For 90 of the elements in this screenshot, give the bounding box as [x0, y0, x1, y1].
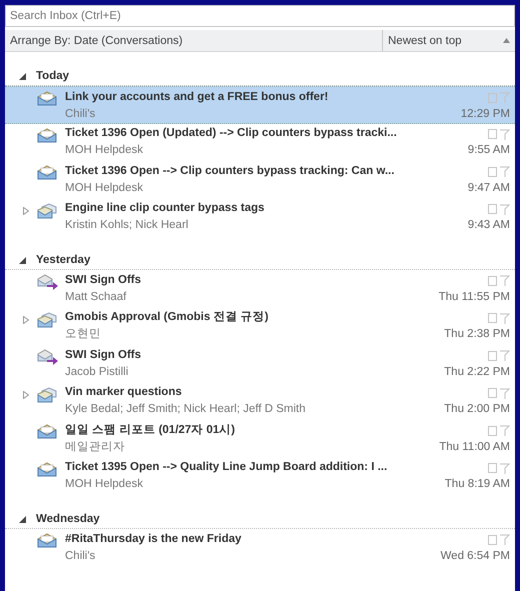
group-header: Wednesday	[36, 512, 100, 527]
message-time: Thu 2:22 PM	[444, 364, 510, 380]
category-icon[interactable]	[488, 276, 497, 286]
message-subject: SWI Sign Offs	[65, 348, 142, 363]
message-item[interactable]: SWI Sign Offs Jacob Pistilli Thu 2:22 PM	[5, 345, 515, 382]
stacked-envelopes-icon	[37, 312, 57, 328]
message-sender: Matt Schaaf	[65, 290, 126, 305]
message-subject: Ticket 1395 Open --> Quality Line Jump Board addition: I ...	[65, 460, 388, 476]
expand-icon[interactable]	[23, 316, 29, 324]
message-sender: Chili's	[65, 106, 96, 122]
message-subject: Vin marker questions	[65, 385, 182, 400]
flag-icon[interactable]	[499, 275, 510, 286]
category-icon[interactable]	[488, 534, 497, 544]
message-time: Wed 6:54 PM	[440, 548, 510, 564]
sort-up-icon	[503, 38, 510, 43]
flag-icon[interactable]	[499, 388, 510, 398]
open-envelope-icon	[37, 424, 57, 440]
flag-icon[interactable]	[499, 92, 510, 103]
message-item[interactable]: #RitaThursday is the new Friday Chili's Wed 6:54 PM	[5, 529, 515, 566]
collapse-icon[interactable]	[19, 516, 26, 523]
flag-icon[interactable]	[499, 312, 510, 324]
message-subject: Gmobis Approval (Gmobis 전결 규정)	[65, 310, 268, 326]
message-subject: Engine line clip counter bypass tags	[65, 201, 264, 216]
message-time: Thu 2:00 PM	[444, 402, 510, 418]
sort-order-button[interactable]: Newest on top	[382, 30, 515, 51]
category-icon[interactable]	[488, 426, 497, 436]
category-icon[interactable]	[488, 92, 497, 102]
message-subject: Ticket 1396 Open (Updated) --> Clip counters bypass tracki...	[65, 126, 397, 142]
message-sender: Kristin Kohls; Nick Hearl	[65, 218, 188, 234]
flag-icon[interactable]	[499, 462, 510, 474]
message-sender: 오현민	[65, 327, 101, 342]
category-icon[interactable]	[488, 463, 497, 473]
open-envelope-icon	[37, 533, 57, 548]
message-sender: Jacob Pistilli	[65, 364, 128, 380]
envelope-arrow-icon	[37, 349, 59, 365]
group-header: Yesterday	[36, 252, 90, 268]
flag-icon[interactable]	[499, 425, 510, 436]
message-item[interactable]: SWI Sign Offs Matt Schaaf Thu 11:55 PM	[5, 270, 515, 308]
message-sender: MOH Helpdesk	[65, 180, 143, 196]
expand-icon[interactable]	[23, 206, 29, 214]
message-subject: #RitaThursday is the new Friday	[65, 532, 242, 547]
arrange-by-button[interactable]: Arrange By: Date (Conversations)	[5, 30, 382, 51]
message-subject: SWI Sign Offs	[65, 272, 142, 288]
flag-icon[interactable]	[499, 166, 510, 177]
category-icon[interactable]	[488, 313, 497, 323]
stacked-envelopes-icon	[37, 202, 57, 218]
message-time: 9:47 AM	[468, 180, 510, 196]
message-time: 12:29 PM	[460, 106, 510, 122]
flag-icon[interactable]	[499, 534, 510, 545]
open-envelope-icon	[37, 128, 57, 143]
stacked-envelopes-icon	[37, 386, 57, 402]
flag-icon[interactable]	[499, 350, 510, 361]
message-time: 9:43 AM	[468, 218, 510, 234]
flag-icon[interactable]	[499, 128, 510, 140]
envelope-arrow-icon	[37, 274, 59, 290]
open-envelope-icon	[37, 462, 57, 477]
message-sender: 메일관리자	[65, 440, 125, 455]
category-icon[interactable]	[488, 166, 497, 176]
message-sender: Chili's	[65, 548, 96, 564]
message-item[interactable]: Ticket 1396 Open (Updated) --> Clip counters bypass tracki... MOH Helpdesk 9:55 AM	[5, 124, 515, 161]
search-field[interactable]: Search Inbox (Ctrl+E)	[5, 5, 515, 27]
expand-icon[interactable]	[23, 390, 29, 398]
message-sender: Kyle Bedal; Jeff Smith; Nick Hearl; Jeff D Smith	[65, 402, 306, 418]
message-subject: 일일 스팸 리포트 (01/27자 01시)	[65, 422, 236, 438]
message-subject: Ticket 1396 Open --> Clip counters bypass tracking: Can w...	[65, 164, 394, 179]
message-time: Thu 8:19 AM	[444, 477, 510, 492]
message-item[interactable]: 일일 스팸 리포트 (01/27자 01시) 메일관리자 Thu 11:00 AM	[5, 420, 515, 458]
message-subject: Link your accounts and get a FREE bonus offer!	[65, 90, 328, 105]
open-envelope-icon	[37, 165, 57, 180]
category-icon[interactable]	[488, 129, 497, 139]
message-time: Thu 11:00 AM	[439, 440, 510, 455]
message-time: 9:55 AM	[468, 143, 510, 158]
group-header: Today	[36, 68, 70, 84]
flag-icon[interactable]	[499, 204, 510, 214]
category-icon[interactable]	[488, 350, 497, 360]
category-icon[interactable]	[488, 204, 497, 214]
collapse-icon[interactable]	[19, 73, 26, 80]
message-item[interactable]: Vin marker questions Kyle Bedal; Jeff Smith; Nick Hearl; Jeff D Smith Thu 2:00 PM	[5, 382, 515, 420]
message-time: Thu 11:55 PM	[438, 290, 510, 305]
message-item[interactable]: Ticket 1396 Open --> Clip counters bypass tracking: Can w... MOH Helpdesk 9:47 AM	[5, 161, 515, 198]
category-icon[interactable]	[488, 388, 497, 398]
message-item[interactable]: Ticket 1395 Open --> Quality Line Jump Board addition: I ... MOH Helpdesk Thu 8:19 AM	[5, 458, 515, 495]
message-sender: MOH Helpdesk	[65, 143, 143, 158]
collapse-icon[interactable]	[19, 257, 26, 264]
open-envelope-icon	[37, 91, 57, 106]
message-item[interactable]: Engine line clip counter bypass tags Kristin Kohls; Nick Hearl 9:43 AM	[5, 198, 515, 236]
message-item[interactable]: Gmobis Approval (Gmobis 전결 규정) 오현민 Thu 2:38 PM	[5, 308, 515, 345]
message-time: Thu 2:38 PM	[444, 327, 510, 342]
message-item[interactable]: Link your accounts and get a FREE bonus offer! Chili's 12:29 PM	[5, 86, 515, 124]
message-sender: MOH Helpdesk	[65, 477, 143, 492]
